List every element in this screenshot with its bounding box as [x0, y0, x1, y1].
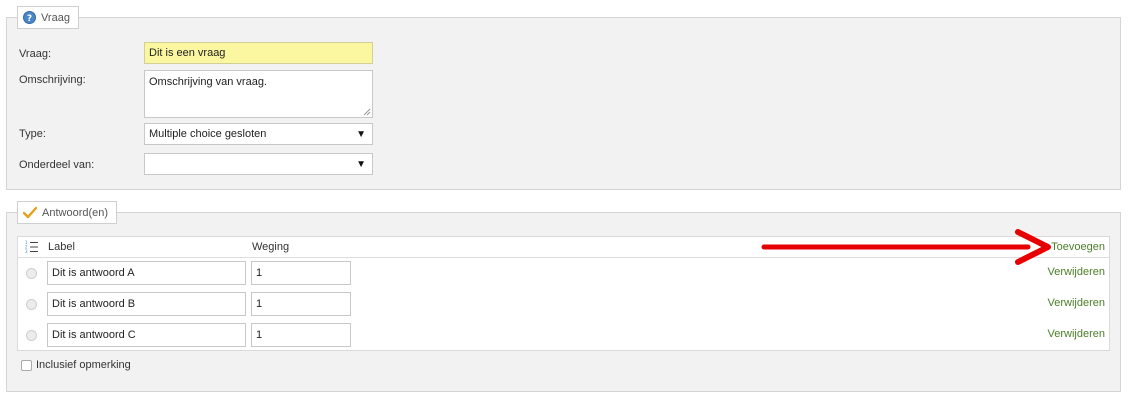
answer-b-weging-input[interactable]: 1: [251, 292, 351, 316]
answer-a-label-value: Dit is antwoord A: [52, 267, 135, 279]
vraag-fieldset: ? Vraag Vraag: Dit is een vraag Omschrij…: [6, 6, 1121, 190]
list-order-icon[interactable]: 1 2 3: [25, 240, 39, 256]
help-icon: ?: [23, 11, 36, 24]
type-select-value: Multiple choice gesloten: [149, 128, 267, 140]
answer-c-label-value: Dit is antwoord C: [52, 329, 136, 341]
omschrijving-textarea[interactable]: Omschrijving van vraag.: [144, 70, 373, 118]
chevron-down-icon: ▼: [356, 129, 366, 140]
answer-row-c: Dit is antwoord C 1 Verwijderen: [18, 323, 1109, 347]
answer-b-label-input[interactable]: Dit is antwoord B: [47, 292, 246, 316]
answer-c-radio[interactable]: [26, 330, 37, 341]
onderdeel-label: Onderdeel van:: [19, 159, 95, 171]
type-label: Type:: [19, 128, 46, 140]
answer-a-label-input[interactable]: Dit is antwoord A: [47, 261, 246, 285]
answer-c-label-input[interactable]: Dit is antwoord C: [47, 323, 246, 347]
answer-a-weging-input[interactable]: 1: [251, 261, 351, 285]
svg-text:3: 3: [25, 249, 28, 253]
column-header-label: Label: [48, 241, 75, 253]
toevoegen-link[interactable]: Toevoegen: [1051, 241, 1105, 253]
antwoorden-legend-text: Antwoord(en): [42, 206, 109, 219]
answer-b-label-value: Dit is antwoord B: [52, 298, 136, 310]
answer-b-radio[interactable]: [26, 299, 37, 310]
type-select[interactable]: Multiple choice gesloten ▼: [144, 123, 373, 145]
vraag-legend-text: Vraag: [41, 11, 70, 24]
antwoorden-legend: Antwoord(en): [17, 201, 118, 224]
answer-a-weging-value: 1: [256, 267, 263, 279]
vraag-input-value: Dit is een vraag: [149, 47, 226, 59]
annotation-arrow-icon: [761, 229, 1051, 265]
vraag-label: Vraag:: [19, 48, 52, 60]
answer-row-b: Dit is antwoord B 1 Verwijderen: [18, 292, 1109, 316]
onderdeel-select[interactable]: ▼: [144, 153, 373, 175]
vraag-legend: ? Vraag: [17, 6, 79, 29]
svg-text:?: ?: [27, 14, 32, 24]
column-header-weging: Weging: [252, 241, 290, 253]
checkmark-icon: [23, 206, 37, 219]
inclusief-opmerking-option[interactable]: Inclusief opmerking: [21, 359, 131, 371]
inclusief-opmerking-checkbox[interactable]: [21, 359, 32, 371]
omschrijving-label: Omschrijving:: [19, 74, 86, 86]
omschrijving-value: Omschrijving van vraag.: [149, 76, 267, 88]
resize-handle-icon[interactable]: [363, 108, 371, 116]
vraag-input[interactable]: Dit is een vraag: [144, 42, 373, 64]
answer-b-remove-link[interactable]: Verwijderen: [1048, 297, 1105, 309]
answer-c-remove-link[interactable]: Verwijderen: [1048, 328, 1105, 340]
answer-a-remove-link[interactable]: Verwijderen: [1048, 266, 1105, 278]
answer-a-radio[interactable]: [26, 268, 37, 279]
inclusief-opmerking-label: Inclusief opmerking: [36, 359, 131, 371]
answer-c-weging-input[interactable]: 1: [251, 323, 351, 347]
answer-b-weging-value: 1: [256, 298, 263, 310]
answer-c-weging-value: 1: [256, 329, 263, 341]
chevron-down-icon: ▼: [356, 159, 366, 170]
